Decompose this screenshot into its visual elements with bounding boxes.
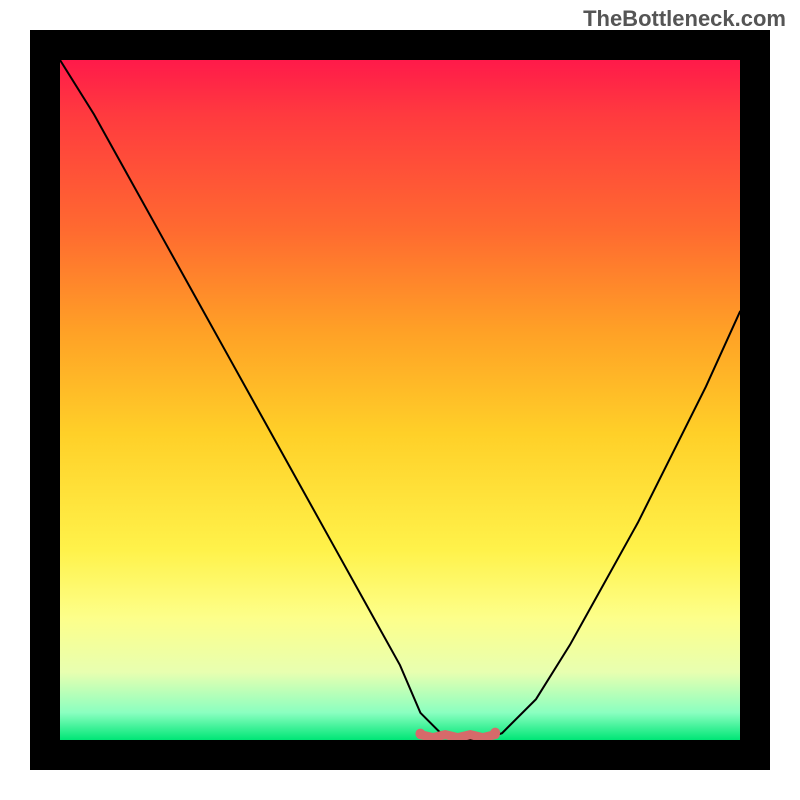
flat-region-start-dot [415,729,425,739]
flat-region-marker [420,735,495,738]
flat-region-end-dot [490,728,500,738]
watermark-text: TheBottleneck.com [583,6,786,32]
bottleneck-curve-path [60,60,740,740]
chart-plot-area [60,60,740,740]
chart-svg [60,60,740,740]
chart-frame [30,30,770,770]
